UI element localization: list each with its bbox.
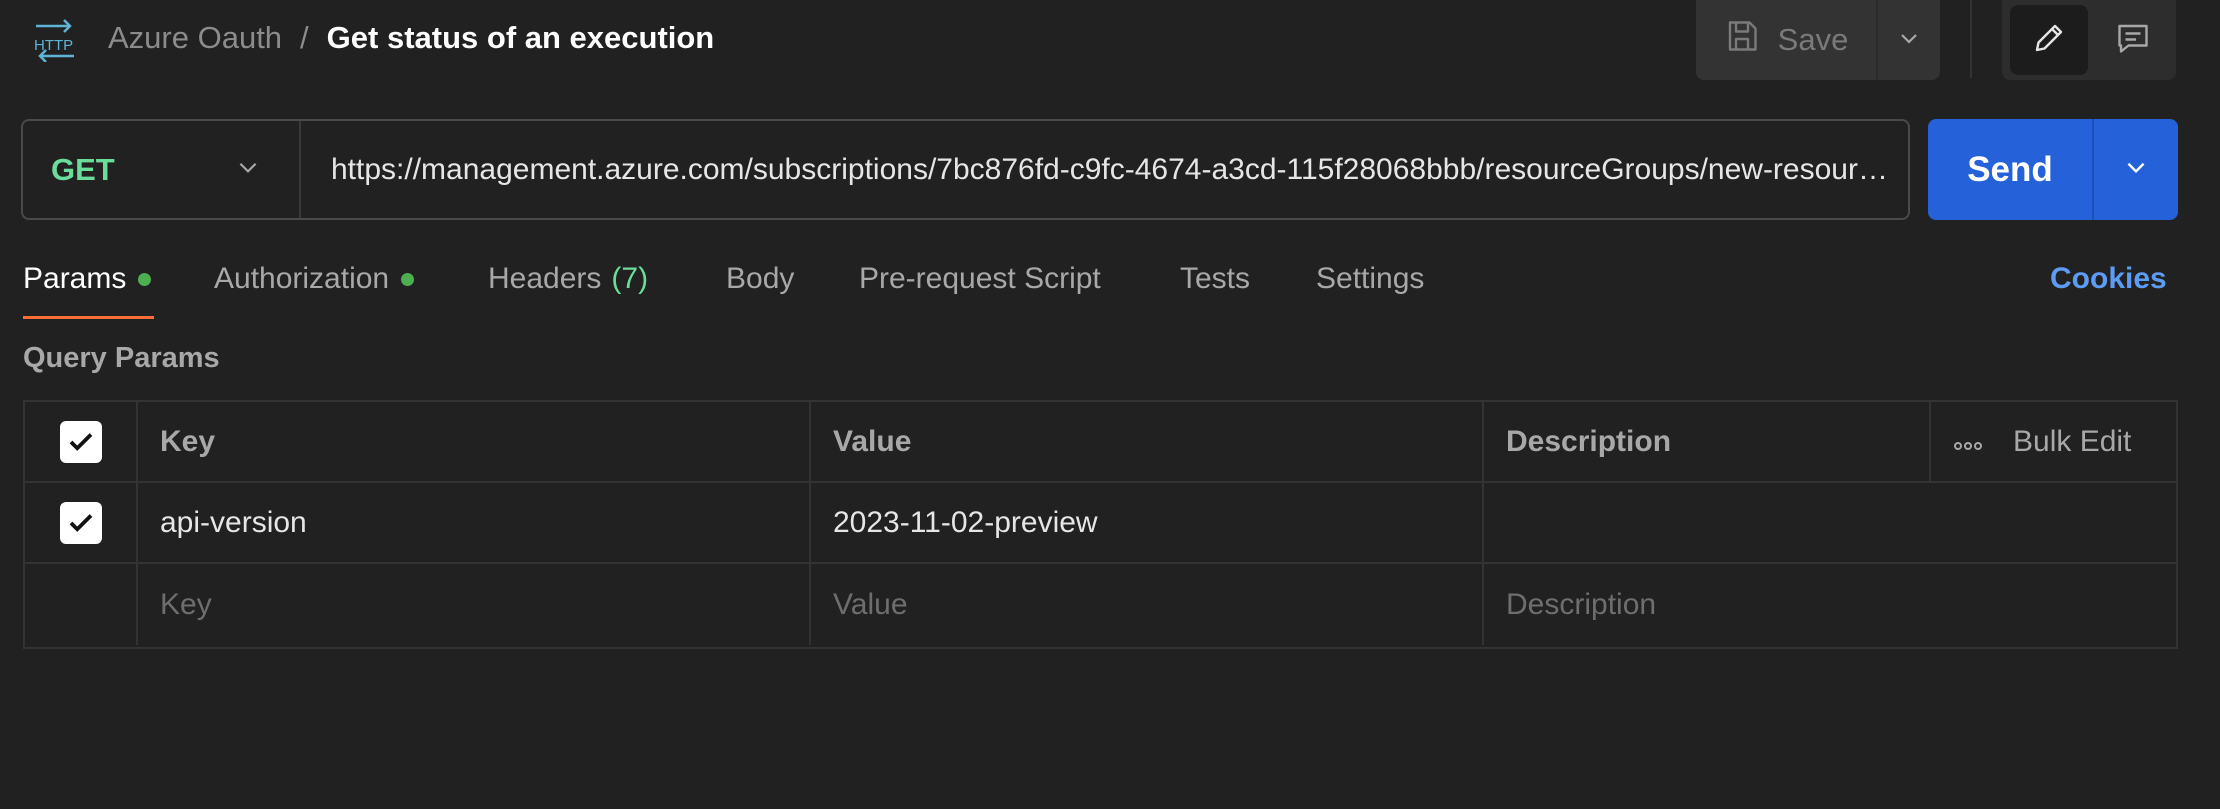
query-params-title: Query Params xyxy=(23,342,220,374)
row-checkbox[interactable] xyxy=(59,501,102,544)
method-value: GET xyxy=(51,151,115,187)
chevron-down-icon xyxy=(1897,26,1921,55)
tab-body[interactable]: Body xyxy=(726,262,794,296)
param-value[interactable]: 2023-11-02-preview xyxy=(811,483,1484,562)
tab-label: Authorization xyxy=(214,262,390,295)
status-dot xyxy=(401,272,415,286)
tab-authorization[interactable]: Authorization xyxy=(214,262,415,296)
param-key[interactable]: api-version xyxy=(138,483,811,562)
comment-icon xyxy=(2115,20,2151,61)
comments-button[interactable] xyxy=(2098,5,2168,75)
request-title[interactable]: Get status of an execution xyxy=(327,20,715,56)
bulk-edit-button[interactable]: Bulk Edit xyxy=(2013,425,2131,459)
table-actions: Bulk Edit xyxy=(1931,402,2176,481)
breadcrumb: Azure Oauth / Get status of an execution xyxy=(108,20,714,56)
tab-params[interactable]: Params xyxy=(23,262,152,296)
column-header-key: Key xyxy=(138,402,811,481)
active-tab-indicator xyxy=(23,316,154,319)
svg-text:HTTP: HTTP xyxy=(34,37,73,54)
status-dot xyxy=(138,272,152,286)
tab-tests[interactable]: Tests xyxy=(1180,262,1250,296)
select-all-cell xyxy=(25,402,138,481)
url-input[interactable]: https://management.azure.com/subscriptio… xyxy=(301,153,1908,187)
http-request-icon: HTTP xyxy=(30,18,80,63)
column-header-description: Description xyxy=(1484,402,1931,481)
check-icon xyxy=(69,513,92,532)
header-divider xyxy=(1970,0,1972,78)
new-key-input[interactable]: Key xyxy=(138,564,811,645)
save-label: Save xyxy=(1777,22,1849,57)
tab-label: Body xyxy=(726,262,795,295)
table-row-empty: Key Value Description xyxy=(25,564,2176,645)
save-button-group: Save xyxy=(1696,0,1940,80)
empty-checkbox-cell xyxy=(25,564,138,645)
param-description[interactable] xyxy=(1484,483,2176,562)
save-button[interactable]: Save xyxy=(1696,0,1878,80)
chevron-down-icon xyxy=(2123,154,2149,185)
more-options-icon[interactable] xyxy=(1953,425,1983,459)
url-bar: GET https://management.azure.com/subscri… xyxy=(21,119,1910,220)
table-header-row: Key Value Description Bulk Edit xyxy=(25,402,2176,483)
tab-label: Pre-request Script xyxy=(859,262,1101,295)
cookies-link[interactable]: Cookies xyxy=(2050,262,2167,296)
new-description-input[interactable]: Description xyxy=(1484,564,2176,645)
select-all-checkbox[interactable] xyxy=(59,420,102,463)
new-value-input[interactable]: Value xyxy=(811,564,1484,645)
chevron-down-icon xyxy=(235,154,261,185)
tab-label: Headers xyxy=(488,262,602,295)
table-row: api-version 2023-11-02-preview xyxy=(25,483,2176,564)
check-icon xyxy=(69,432,92,451)
tab-settings[interactable]: Settings xyxy=(1316,262,1424,296)
method-select[interactable]: GET xyxy=(23,121,301,218)
column-header-value: Value xyxy=(811,402,1484,481)
query-params-table: Key Value Description Bulk Edit api-vers… xyxy=(23,400,2178,649)
row-checkbox-cell xyxy=(25,483,138,562)
tab-label: Settings xyxy=(1316,262,1425,295)
view-mode-group xyxy=(2002,0,2176,80)
send-options-button[interactable] xyxy=(2094,119,2178,220)
send-button-group: Send xyxy=(1928,119,2178,220)
edit-mode-button[interactable] xyxy=(2010,5,2088,75)
tab-label: Tests xyxy=(1180,262,1251,295)
send-button[interactable]: Send xyxy=(1928,119,2094,220)
breadcrumb-collection[interactable]: Azure Oauth xyxy=(108,20,282,56)
tab-headers[interactable]: Headers (7) xyxy=(488,262,648,296)
tab-pre-request-script[interactable]: Pre-request Script xyxy=(859,262,1101,296)
pencil-icon xyxy=(2031,20,2067,61)
save-icon xyxy=(1724,18,1760,62)
tab-label: Params xyxy=(23,262,127,295)
save-options-button[interactable] xyxy=(1878,0,1940,80)
breadcrumb-separator: / xyxy=(300,20,309,55)
tab-count: (7) xyxy=(611,262,649,295)
